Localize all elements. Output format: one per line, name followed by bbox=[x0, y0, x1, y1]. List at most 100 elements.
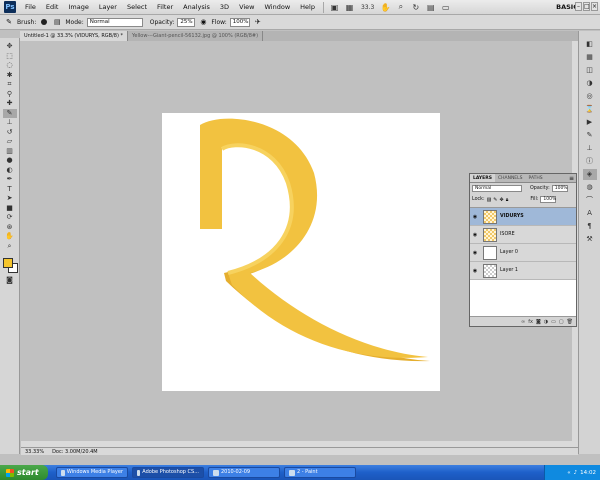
brush-tool-icon[interactable]: ✎ bbox=[2, 108, 17, 118]
fill-field[interactable]: 100% bbox=[540, 196, 557, 203]
quick-selection-tool-icon[interactable]: ✱ bbox=[3, 71, 17, 81]
swatches-panel-icon[interactable]: ▦ bbox=[583, 52, 597, 63]
character-panel-icon[interactable]: A bbox=[583, 208, 597, 219]
lasso-tool-icon[interactable]: ◌ bbox=[3, 61, 17, 71]
layer-row[interactable]: ◉ VIDURYS bbox=[470, 208, 576, 226]
tab-paths[interactable]: PATHS bbox=[526, 174, 546, 182]
hand-tool-icon[interactable]: ✋ bbox=[380, 2, 391, 13]
menu-3d[interactable]: 3D bbox=[215, 0, 234, 15]
volume-icon[interactable]: ♪ bbox=[574, 470, 578, 476]
foreground-color-swatch[interactable] bbox=[2, 258, 13, 268]
task-paint[interactable]: 2 - Paint bbox=[284, 467, 356, 478]
layer-row[interactable]: ◉ Layer 0 bbox=[470, 244, 576, 262]
delete-layer-icon[interactable]: 🗑︎ bbox=[567, 319, 573, 325]
document-canvas[interactable] bbox=[162, 113, 440, 391]
minimize-button[interactable]: – bbox=[575, 2, 582, 11]
layer-row[interactable]: ◉ ISORE bbox=[470, 226, 576, 244]
menu-window[interactable]: Window bbox=[260, 0, 296, 15]
paths-panel-icon[interactable]: ⌒ bbox=[583, 195, 597, 206]
history-brush-tool-icon[interactable]: ↺ bbox=[3, 128, 17, 138]
new-group-icon[interactable]: ▭ bbox=[551, 319, 556, 325]
eye-icon[interactable]: ◉ bbox=[470, 250, 480, 256]
3d-rotate-tool-icon[interactable]: ⟳ bbox=[3, 213, 17, 223]
gradient-tool-icon[interactable]: ▥ bbox=[3, 147, 17, 157]
paragraph-panel-icon[interactable]: ¶ bbox=[583, 221, 597, 232]
dodge-tool-icon[interactable]: ◐ bbox=[3, 166, 17, 176]
styles-panel-icon[interactable]: ◫ bbox=[583, 65, 597, 76]
eraser-tool-icon[interactable]: ▱ bbox=[3, 137, 17, 147]
menu-file[interactable]: File bbox=[20, 0, 41, 15]
clock[interactable]: 14:02 bbox=[580, 470, 596, 476]
rotate-view-icon[interactable]: ↻ bbox=[410, 2, 421, 13]
task-folder[interactable]: 2010-02-09 bbox=[208, 467, 280, 478]
layers-panel-icon[interactable]: ◈ bbox=[582, 169, 597, 180]
new-layer-icon[interactable]: ▢ bbox=[559, 319, 564, 325]
menu-layer[interactable]: Layer bbox=[94, 0, 122, 15]
start-button[interactable]: start bbox=[0, 465, 48, 480]
brushes-panel-icon[interactable]: ✎ bbox=[583, 130, 597, 141]
layer-row[interactable]: ◉ Layer 1 bbox=[470, 262, 576, 280]
channels-panel-icon[interactable]: ◍ bbox=[583, 182, 597, 193]
layer-style-icon[interactable]: fx bbox=[528, 319, 533, 325]
airbrush-icon[interactable]: ✈ bbox=[253, 17, 263, 27]
eyedropper-tool-icon[interactable]: ⚲ bbox=[3, 90, 17, 100]
lock-all-icon[interactable]: 🔒︎ bbox=[506, 197, 509, 203]
hand-tool-icon[interactable]: ✋ bbox=[3, 232, 17, 242]
clone-source-panel-icon[interactable]: ⊥ bbox=[583, 143, 597, 154]
screen-mode-icon[interactable]: ▭ bbox=[440, 2, 451, 13]
blend-mode-select[interactable]: Normal bbox=[472, 185, 522, 192]
type-tool-icon[interactable]: T bbox=[3, 185, 17, 195]
pen-tool-icon[interactable]: ✒ bbox=[3, 175, 17, 185]
zoom-tool-icon[interactable]: ⌕ bbox=[3, 242, 17, 252]
adjustments-panel-icon[interactable]: ◑ bbox=[583, 78, 597, 89]
3d-orbit-tool-icon[interactable]: ⊛ bbox=[3, 223, 17, 233]
document-tab-untitled[interactable]: Untitled-1 @ 33.3% (VIDURYS, RGB/8) * bbox=[20, 31, 129, 41]
masks-panel-icon[interactable]: ◎ bbox=[583, 91, 597, 102]
menu-view[interactable]: View bbox=[234, 0, 259, 15]
menu-edit[interactable]: Edit bbox=[41, 0, 64, 15]
move-tool-icon[interactable]: ✥ bbox=[3, 42, 17, 52]
task-photoshop[interactable]: Adobe Photoshop CS... bbox=[132, 467, 204, 478]
panel-menu-icon[interactable]: ≡ bbox=[569, 174, 574, 183]
task-windows-media-player[interactable]: Windows Media Player bbox=[56, 467, 128, 478]
eye-icon[interactable]: ◉ bbox=[470, 232, 480, 238]
arrange-documents-icon[interactable]: ▤ bbox=[425, 2, 436, 13]
tool-presets-panel-icon[interactable]: ⚒ bbox=[583, 234, 597, 245]
document-tab-yellow-pencil[interactable]: Yellow---Giant-pencil-56132.jpg @ 100% (… bbox=[128, 31, 264, 41]
marquee-tool-icon[interactable]: ⬚ bbox=[3, 52, 17, 62]
opacity-field[interactable]: 25% bbox=[177, 17, 196, 27]
layer-opacity-field[interactable]: 100% bbox=[551, 185, 568, 192]
menu-image[interactable]: Image bbox=[63, 0, 93, 15]
menu-analysis[interactable]: Analysis bbox=[178, 0, 215, 15]
shape-tool-icon[interactable]: ■ bbox=[3, 204, 17, 214]
zoom-level[interactable]: 33.3 bbox=[361, 4, 374, 11]
brush-size-picker[interactable] bbox=[39, 17, 49, 27]
clone-stamp-tool-icon[interactable]: ⊥ bbox=[3, 118, 17, 128]
crop-tool-icon[interactable]: ⌗ bbox=[3, 80, 17, 90]
lock-transparent-icon[interactable]: ▨ bbox=[487, 197, 492, 203]
adjustment-layer-icon[interactable]: ◑ bbox=[544, 319, 548, 325]
tray-arrow-icon[interactable]: « bbox=[567, 470, 570, 476]
history-panel-icon[interactable]: ⌛ bbox=[583, 104, 597, 115]
menu-filter[interactable]: Filter bbox=[152, 0, 178, 15]
zoom-tool-icon[interactable]: ⌕ bbox=[395, 2, 406, 13]
maximize-button[interactable]: □ bbox=[583, 2, 590, 11]
mode-select[interactable]: Normal bbox=[86, 17, 143, 27]
path-selection-tool-icon[interactable]: ➤ bbox=[3, 194, 17, 204]
close-button[interactable]: × bbox=[591, 2, 598, 11]
menu-select[interactable]: Select bbox=[122, 0, 152, 15]
status-zoom[interactable]: 33.33% bbox=[25, 449, 44, 455]
color-panel-icon[interactable]: ◧ bbox=[583, 39, 597, 50]
quick-mask-icon[interactable]: ◙ bbox=[3, 276, 17, 286]
tab-layers[interactable]: LAYERS bbox=[470, 174, 495, 182]
info-panel-icon[interactable]: ⓘ bbox=[583, 156, 597, 167]
eye-icon[interactable]: ◉ bbox=[470, 268, 480, 274]
flow-field[interactable]: 100% bbox=[229, 17, 250, 27]
menu-help[interactable]: Help bbox=[295, 0, 320, 15]
tab-channels[interactable]: CHANNELS bbox=[495, 174, 526, 182]
blur-tool-icon[interactable]: ● bbox=[3, 156, 17, 166]
spot-healing-tool-icon[interactable]: ✚ bbox=[3, 99, 17, 109]
brush-panel-icon[interactable]: ▤ bbox=[52, 17, 62, 27]
add-mask-icon[interactable]: ◙ bbox=[536, 319, 541, 325]
pressure-opacity-icon[interactable]: ◉ bbox=[198, 17, 208, 27]
